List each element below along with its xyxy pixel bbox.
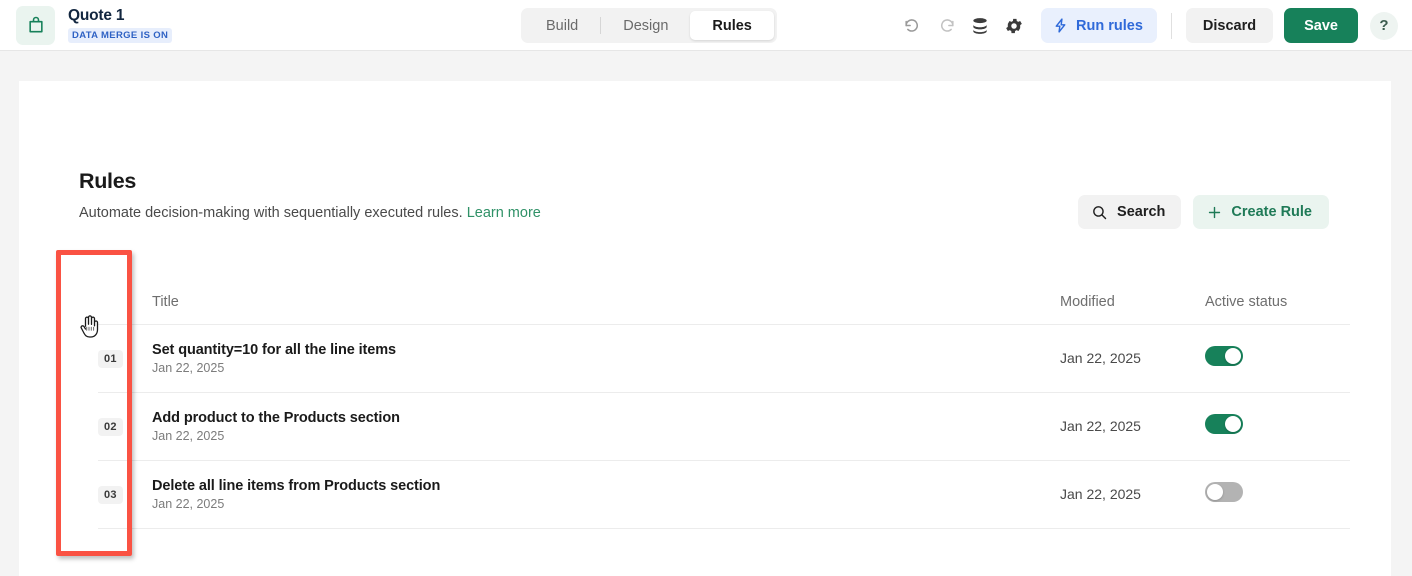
redo-icon[interactable] xyxy=(929,9,963,43)
rule-title: Delete all line items from Products sect… xyxy=(152,478,1060,494)
rule-modified-date: Jan 22, 2025 xyxy=(1060,486,1141,502)
header-actions: Run rules Discard Save ? xyxy=(895,0,1398,51)
toggle-knob xyxy=(1225,416,1241,432)
search-icon xyxy=(1091,204,1108,221)
table-row[interactable]: 03 Delete all line items from Products s… xyxy=(98,461,1350,529)
data-merge-badge: DATA MERGE IS ON xyxy=(68,28,172,43)
rule-status-cell xyxy=(1205,482,1350,507)
rule-title: Add product to the Products section xyxy=(152,410,1060,426)
undo-icon[interactable] xyxy=(895,9,929,43)
rule-modified-cell: Jan 22, 2025 xyxy=(1060,486,1205,504)
document-title: Quote 1 xyxy=(68,7,172,25)
rule-status-cell xyxy=(1205,346,1350,371)
run-rules-label: Run rules xyxy=(1076,18,1143,34)
help-button[interactable]: ? xyxy=(1370,12,1398,40)
page-subtitle-text: Automate decision-making with sequential… xyxy=(79,205,463,221)
lightning-bolt-icon xyxy=(1052,17,1069,34)
active-status-toggle[interactable] xyxy=(1205,346,1243,366)
rule-title: Set quantity=10 for all the line items xyxy=(152,342,1060,358)
view-tabs: Build Design Rules xyxy=(521,8,777,43)
rule-subdate: Jan 22, 2025 xyxy=(152,497,1060,511)
column-header-modified: Modified xyxy=(1060,294,1205,310)
rule-modified-cell: Jan 22, 2025 xyxy=(1060,418,1205,436)
rule-title-cell: Add product to the Products section Jan … xyxy=(152,410,1060,443)
save-button[interactable]: Save xyxy=(1284,8,1358,43)
header-divider xyxy=(1171,13,1172,39)
rules-page-card: Rules Automate decision-making with sequ… xyxy=(19,81,1391,576)
table-row[interactable]: 02 Add product to the Products section J… xyxy=(98,393,1350,461)
rule-status-cell xyxy=(1205,414,1350,439)
toggle-knob xyxy=(1207,484,1223,500)
rule-title-cell: Delete all line items from Products sect… xyxy=(152,478,1060,511)
rule-subdate: Jan 22, 2025 xyxy=(152,429,1060,443)
table-row[interactable]: 01 Set quantity=10 for all the line item… xyxy=(98,325,1350,393)
create-rule-button[interactable]: Create Rule xyxy=(1193,195,1329,229)
app-header: Quote 1 DATA MERGE IS ON Build Design Ru… xyxy=(0,0,1412,51)
toggle-knob xyxy=(1225,348,1241,364)
rule-order-handle[interactable]: 01 xyxy=(98,349,152,368)
tab-build[interactable]: Build xyxy=(524,11,600,40)
discard-button[interactable]: Discard xyxy=(1186,8,1273,43)
brand-block: Quote 1 DATA MERGE IS ON xyxy=(0,6,172,45)
active-status-toggle[interactable] xyxy=(1205,414,1243,434)
rule-order-handle[interactable]: 03 xyxy=(98,485,152,504)
rule-subdate: Jan 22, 2025 xyxy=(152,361,1060,375)
rule-order-badge: 01 xyxy=(98,350,123,368)
learn-more-link[interactable]: Learn more xyxy=(467,205,541,221)
create-rule-label: Create Rule xyxy=(1231,204,1312,220)
rule-order-badge: 03 xyxy=(98,486,123,504)
canvas: Rules Automate decision-making with sequ… xyxy=(0,51,1412,576)
database-icon[interactable] xyxy=(963,9,997,43)
gear-icon[interactable] xyxy=(997,9,1031,43)
table-header-row: Title Modified Active status xyxy=(98,280,1350,325)
rule-order-badge: 02 xyxy=(98,418,123,436)
rules-table: Title Modified Active status 01 Set quan… xyxy=(98,280,1350,529)
page-header: Rules Automate decision-making with sequ… xyxy=(79,169,541,221)
tab-design[interactable]: Design xyxy=(601,11,690,40)
rule-modified-date: Jan 22, 2025 xyxy=(1060,418,1141,434)
search-label: Search xyxy=(1117,204,1165,220)
rule-modified-cell: Jan 22, 2025 xyxy=(1060,350,1205,368)
search-button[interactable]: Search xyxy=(1078,195,1181,229)
page-subtitle: Automate decision-making with sequential… xyxy=(79,205,541,221)
rule-title-cell: Set quantity=10 for all the line items J… xyxy=(152,342,1060,375)
active-status-toggle[interactable] xyxy=(1205,482,1243,502)
rule-order-handle[interactable]: 02 xyxy=(98,417,152,436)
page-title: Rules xyxy=(79,169,541,194)
tab-rules[interactable]: Rules xyxy=(690,11,774,40)
rule-modified-date: Jan 22, 2025 xyxy=(1060,350,1141,366)
column-header-active-status: Active status xyxy=(1205,294,1350,310)
plus-icon xyxy=(1206,204,1223,221)
column-header-title: Title xyxy=(152,294,1060,310)
run-rules-button[interactable]: Run rules xyxy=(1041,8,1157,43)
shopping-bag-icon xyxy=(16,6,55,45)
page-header-actions: Search Create Rule xyxy=(1078,195,1329,229)
